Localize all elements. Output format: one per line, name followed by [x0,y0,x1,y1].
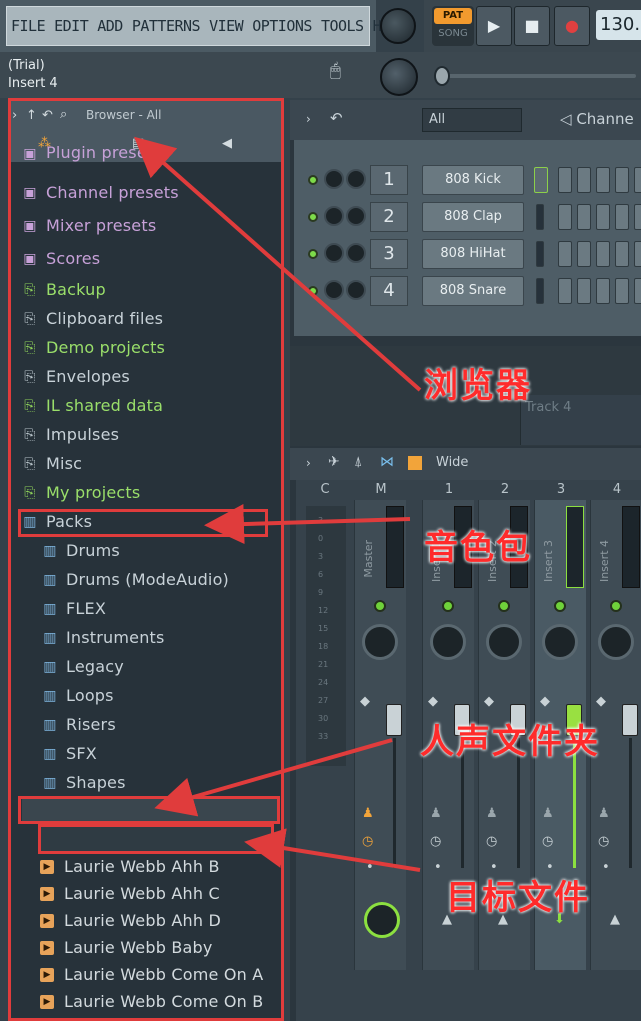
annotation-arrows [134,136,422,872]
annotation-vocals: 人声文件夹 [420,722,600,762]
annotation-packs: 音色包 [424,528,532,568]
arrow-target [244,828,421,872]
annotation-target: 目标文件 [446,878,590,918]
arrow-browser [134,136,422,392]
arrow-packs [204,504,411,545]
annotation-browser: 浏览器 [424,366,532,406]
arrow-vocals [154,738,393,817]
